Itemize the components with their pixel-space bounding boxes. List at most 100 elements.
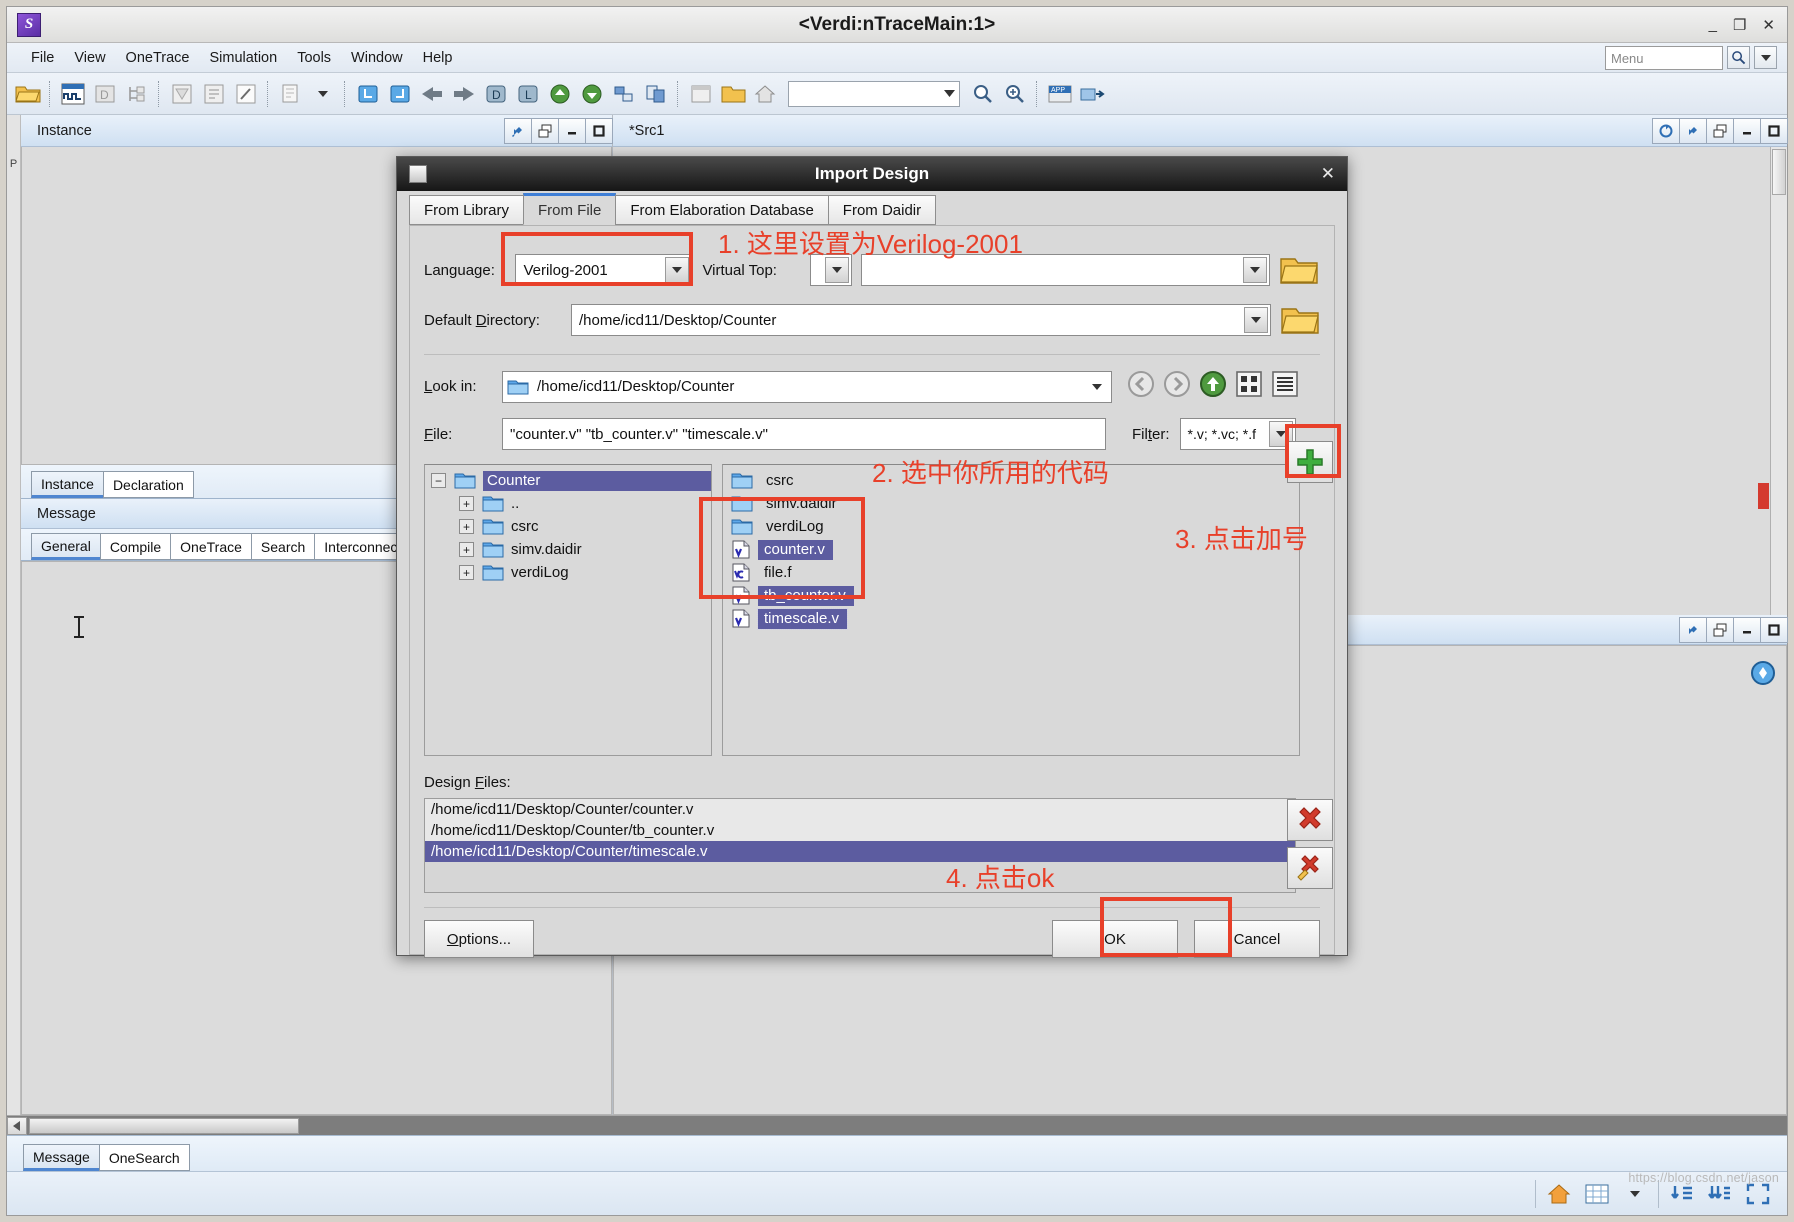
parent-directory-icon[interactable] xyxy=(1198,369,1228,404)
new-window-icon[interactable] xyxy=(686,79,716,109)
maximize-icon[interactable]: ❐ xyxy=(1733,16,1746,34)
pane-maximize-icon[interactable] xyxy=(1760,617,1788,643)
directory-tree[interactable]: − Counter + .. + csrc + xyxy=(424,464,712,756)
menu-onetrace[interactable]: OneTrace xyxy=(116,47,200,69)
look-in-select[interactable]: /home/icd11/Desktop/Counter xyxy=(502,371,1112,403)
edit-icon[interactable] xyxy=(231,79,261,109)
dialog-tab-from-file[interactable]: From File xyxy=(523,193,616,225)
options-button[interactable]: Options... xyxy=(424,920,534,958)
source-vertical-scrollbar[interactable] xyxy=(1770,147,1787,615)
undock-icon[interactable] xyxy=(1706,617,1734,643)
load-icon[interactable]: L xyxy=(513,79,543,109)
undock-icon[interactable] xyxy=(531,118,559,144)
open-file-icon[interactable] xyxy=(13,79,43,109)
menu-dropdown-icon[interactable] xyxy=(1754,46,1777,69)
tree-row-parent[interactable]: + .. xyxy=(425,492,711,515)
menu-search-input[interactable]: Menu xyxy=(1605,46,1723,70)
expand-icon[interactable]: + xyxy=(459,519,474,534)
folder2-icon[interactable] xyxy=(718,79,748,109)
design-file-row[interactable]: /home/icd11/Desktop/Counter/timescale.v xyxy=(425,841,1295,862)
expand-icon[interactable]: + xyxy=(459,542,474,557)
tab-search[interactable]: Search xyxy=(251,533,315,560)
menu-tools[interactable]: Tools xyxy=(287,47,341,69)
tree-row-simv-daidir[interactable]: + simv.daidir xyxy=(425,538,711,561)
browse-default-directory-icon[interactable] xyxy=(1279,302,1320,338)
pin-icon[interactable] xyxy=(1679,118,1707,144)
chevron-down-icon[interactable] xyxy=(1243,257,1267,283)
refresh-icon[interactable] xyxy=(1652,118,1680,144)
dialog-tab-from-library[interactable]: From Library xyxy=(409,195,524,225)
tab-declaration[interactable]: Declaration xyxy=(103,471,194,498)
pin-icon[interactable] xyxy=(1679,617,1707,643)
home-status-icon[interactable] xyxy=(1544,1179,1574,1209)
grid-status-icon[interactable] xyxy=(1582,1179,1612,1209)
expand-hier-icon[interactable] xyxy=(609,79,639,109)
default-directory-input[interactable]: /home/icd11/Desktop/Counter xyxy=(571,304,1271,336)
report-dropdown-icon[interactable] xyxy=(308,79,338,109)
back-nav-icon[interactable] xyxy=(1126,369,1156,404)
design-file-row[interactable]: /home/icd11/Desktop/Counter/tb_counter.v xyxy=(425,820,1295,841)
hscroll-thumb[interactable] xyxy=(29,1118,299,1134)
expand-icon[interactable]: + xyxy=(459,496,474,511)
pane-minimize-icon[interactable] xyxy=(1733,617,1761,643)
chevron-down-icon[interactable] xyxy=(1085,374,1109,400)
close-icon[interactable]: ✕ xyxy=(1762,16,1775,34)
undock-icon[interactable] xyxy=(1706,118,1734,144)
hierarchy-icon[interactable] xyxy=(122,79,152,109)
driver-icon[interactable]: D xyxy=(481,79,511,109)
pin-icon[interactable] xyxy=(504,118,532,144)
tab-message[interactable]: Message xyxy=(23,1144,100,1171)
copy-pane-icon[interactable] xyxy=(641,79,671,109)
forward-arrow-icon[interactable] xyxy=(449,79,479,109)
back-arrow-icon[interactable] xyxy=(417,79,447,109)
list-view-icon[interactable] xyxy=(1270,369,1300,404)
toolbar-combo[interactable] xyxy=(788,81,960,107)
minimize-icon[interactable]: _ xyxy=(1709,16,1717,34)
schematic-icon[interactable] xyxy=(167,79,197,109)
trace-up-icon[interactable] xyxy=(545,79,575,109)
zoom-in-icon[interactable] xyxy=(1000,79,1030,109)
step-into-icon[interactable] xyxy=(353,79,383,109)
dialog-tab-from-daidir[interactable]: From Daidir xyxy=(828,195,936,225)
design-file-row[interactable]: /home/icd11/Desktop/Counter/counter.v xyxy=(425,799,1295,820)
dialog-tab-from-elaboration-database[interactable]: From Elaboration Database xyxy=(615,195,828,225)
remove-file-button[interactable] xyxy=(1287,799,1333,841)
tab-compile[interactable]: Compile xyxy=(100,533,171,560)
collapse-icon[interactable]: − xyxy=(431,473,446,488)
pane-maximize-icon[interactable] xyxy=(585,118,613,144)
horizontal-scrollbar[interactable] xyxy=(7,1115,1787,1135)
menu-window[interactable]: Window xyxy=(341,47,413,69)
forward-nav-icon[interactable] xyxy=(1162,369,1192,404)
tree-row-verdilog[interactable]: + verdiLog xyxy=(425,561,711,584)
waveform-icon[interactable] xyxy=(58,79,88,109)
app-icon[interactable]: APP xyxy=(1045,79,1075,109)
menu-search-icon[interactable] xyxy=(1727,46,1750,69)
tree-row-root[interactable]: − Counter xyxy=(425,469,711,492)
menu-view[interactable]: View xyxy=(64,47,115,69)
report-icon[interactable] xyxy=(276,79,306,109)
tab-instance[interactable]: Instance xyxy=(31,471,104,498)
menu-file[interactable]: File xyxy=(21,47,64,69)
tab-onesearch[interactable]: OneSearch xyxy=(99,1144,190,1171)
list-item[interactable]: timescale.v xyxy=(723,607,1299,630)
grid-view-icon[interactable] xyxy=(1234,369,1264,404)
design-files-list[interactable]: /home/icd11/Desktop/Counter/counter.v /h… xyxy=(424,798,1296,893)
trace-down-icon[interactable] xyxy=(577,79,607,109)
expand-icon[interactable]: + xyxy=(459,565,474,580)
pane-minimize-icon[interactable] xyxy=(558,118,586,144)
scrollbar-thumb[interactable] xyxy=(1772,149,1786,195)
source-icon[interactable] xyxy=(199,79,229,109)
dump-icon[interactable]: D xyxy=(90,79,120,109)
tab-general[interactable]: General xyxy=(31,533,101,560)
step-over-icon[interactable] xyxy=(385,79,415,109)
pane-maximize-icon[interactable] xyxy=(1760,118,1788,144)
chevron-down-icon[interactable] xyxy=(1244,307,1268,333)
pane-minimize-icon[interactable] xyxy=(1733,118,1761,144)
tab-onetrace[interactable]: OneTrace xyxy=(170,533,252,560)
remove-all-files-button[interactable] xyxy=(1287,847,1333,889)
filter-select[interactable]: *.v; *.vc; *.f xyxy=(1180,418,1296,450)
export-icon[interactable] xyxy=(1077,79,1107,109)
menu-simulation[interactable]: Simulation xyxy=(199,47,287,69)
home-icon[interactable] xyxy=(750,79,780,109)
zoom-search-icon[interactable] xyxy=(968,79,998,109)
